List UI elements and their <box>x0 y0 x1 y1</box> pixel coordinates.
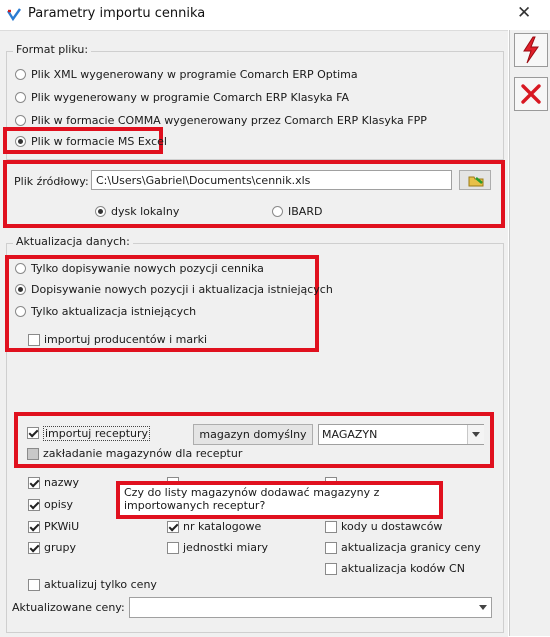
title-bar: Parametry importu cennika ✕ <box>0 0 550 30</box>
chevron-down-icon <box>472 432 480 437</box>
update-option-label: Tylko dopisywanie nowych pozycji cennika <box>31 262 264 275</box>
tooltip-text: Czy do listy magazynów dodawać magazyny … <box>124 486 380 512</box>
format-radio-klasyka-fa[interactable] <box>15 92 26 103</box>
kody-cn-checkbox[interactable] <box>325 563 337 575</box>
warehouse-select[interactable]: MAGAZYN <box>318 424 484 445</box>
grupy-label: grupy <box>44 541 76 554</box>
producers-checkbox[interactable] <box>28 334 40 346</box>
format-radio-excel[interactable] <box>15 136 26 147</box>
producers-label: importuj producentów i marki <box>44 333 208 346</box>
pkwiu-checkbox[interactable] <box>28 521 40 533</box>
nr-katalogowe-label: nr katalogowe <box>183 520 262 533</box>
source-path-input[interactable]: C:\Users\Gabriel\Documents\cennik.xls <box>91 170 452 190</box>
cancel-button[interactable] <box>514 77 548 111</box>
chevron-down-icon <box>479 605 487 610</box>
format-option-label: Plik w formacie MS Excel <box>31 135 167 148</box>
jednostki-miary-checkbox[interactable] <box>167 542 179 554</box>
opisy-checkbox[interactable] <box>28 499 40 511</box>
jednostki-miary-label: jednostki miary <box>183 541 269 554</box>
lightning-icon <box>523 36 539 64</box>
update-radio-update-only[interactable] <box>15 306 26 317</box>
side-toolbar <box>509 30 550 636</box>
update-radio-append-only[interactable] <box>15 263 26 274</box>
update-legend: Aktualizacja danych: <box>13 235 133 248</box>
format-option-label: Plik XML wygenerowany w programie Comarc… <box>31 68 358 81</box>
updated-prices-select[interactable] <box>129 597 492 618</box>
opisy-label: opisy <box>44 498 74 511</box>
browse-button[interactable] <box>459 170 491 190</box>
update-option-label: Tylko aktualizacja istniejących <box>31 305 197 318</box>
radio-local-disk[interactable] <box>95 206 106 217</box>
updated-prices-label: Aktualizowane ceny: <box>12 601 125 614</box>
nr-katalogowe-checkbox[interactable] <box>167 521 179 533</box>
update-radio-append-update[interactable] <box>15 284 26 295</box>
updated-prices-dropdown-button[interactable] <box>475 598 491 617</box>
import-recipes-label: importuj receptury <box>43 426 151 441</box>
source-label: Plik źródłowy: <box>14 175 89 188</box>
grupy-checkbox[interactable] <box>28 542 40 554</box>
kody-cn-label: aktualizacja kodów CN <box>341 562 465 575</box>
folder-icon <box>468 176 484 187</box>
source-path-value: C:\Users\Gabriel\Documents\cennik.xls <box>96 174 311 187</box>
create-warehouses-label: zakładanie magazynów dla receptur <box>43 447 243 460</box>
format-option-label: Plik wygenerowany w programie Comarch ER… <box>31 91 349 104</box>
tooltip: Czy do listy magazynów dodawać magazyny … <box>116 481 443 519</box>
granica-ceny-label: aktualizacja granicy ceny <box>341 541 481 554</box>
format-option-label: Plik w formacie COMMA wygenerowany przez… <box>31 114 427 127</box>
import-recipes-checkbox[interactable] <box>27 427 39 439</box>
nazwy-checkbox[interactable] <box>28 477 40 489</box>
format-radio-xml[interactable] <box>15 69 26 80</box>
app-icon <box>7 8 21 22</box>
cancel-icon <box>521 84 541 104</box>
kody-u-dostawcow-label: kody u dostawców <box>341 520 443 533</box>
radio-ibard[interactable] <box>272 206 283 217</box>
window-title: Parametry importu cennika <box>28 6 206 21</box>
warehouse-dropdown-button[interactable] <box>467 425 484 444</box>
nazwy-label: nazwy <box>44 476 79 489</box>
format-radio-comma[interactable] <box>15 115 26 126</box>
create-warehouses-checkbox[interactable] <box>27 448 39 460</box>
local-disk-label: dysk lokalny <box>111 205 180 218</box>
ibard-label: IBARD <box>288 205 323 218</box>
only-prices-checkbox[interactable] <box>28 579 40 591</box>
granica-ceny-checkbox[interactable] <box>325 542 337 554</box>
only-prices-label: aktualizuj tylko ceny <box>44 578 157 591</box>
warehouse-value: MAGAZYN <box>322 428 378 441</box>
update-option-label: Dopisywanie nowych pozycji i aktualizacj… <box>31 283 333 296</box>
import-button[interactable] <box>514 33 548 67</box>
kody-u-dostawcow-checkbox[interactable] <box>325 521 337 533</box>
pkwiu-label: PKWiU <box>44 520 80 533</box>
format-legend: Format pliku: <box>13 43 92 56</box>
close-icon[interactable]: ✕ <box>517 3 531 23</box>
default-warehouse-button[interactable]: magazyn domyślny <box>193 424 313 445</box>
